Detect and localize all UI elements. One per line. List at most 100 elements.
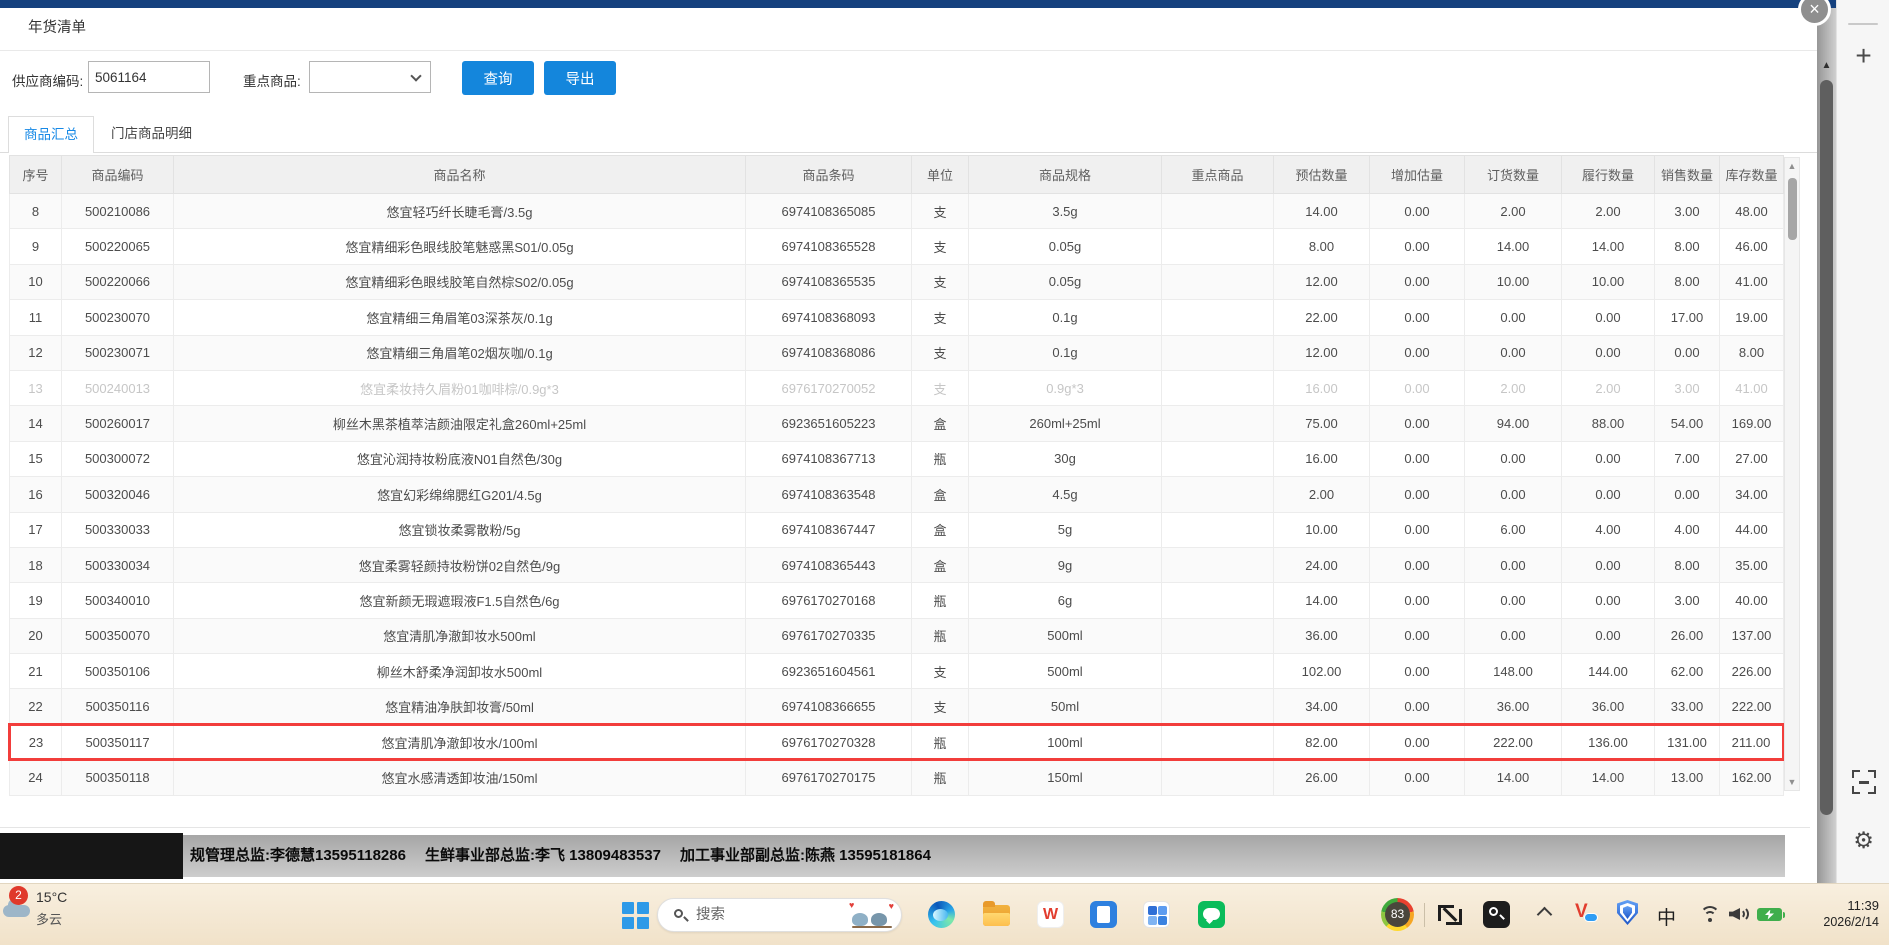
scroll-down-icon[interactable]: ▼ [1785, 777, 1799, 787]
cell-order: 222.00 [1465, 724, 1562, 759]
cell-key [1162, 583, 1274, 618]
table-row[interactable]: 17500330033悠宜锁妆柔雾散粉/5g6974108367447盒5g10… [10, 512, 1784, 547]
tabs-underline [0, 152, 1817, 153]
cell-barcode: 6976170270335 [746, 618, 912, 653]
column-header: 履行数量 [1562, 156, 1655, 194]
new-tab-button[interactable]: + [1837, 40, 1889, 72]
clock[interactable]: 11:39 2026/2/14 [1795, 897, 1879, 931]
snip-tool-icon[interactable] [1438, 903, 1462, 927]
cell-key [1162, 229, 1274, 264]
cell-order: 0.00 [1465, 300, 1562, 335]
table-row[interactable]: 21500350106柳丝木舒柔净润卸妆水500ml6923651604561支… [10, 654, 1784, 689]
cell-name: 悠宜精细彩色眼线胶笔自然棕S02/0.05g [174, 264, 746, 299]
cell-sales: 62.00 [1655, 654, 1720, 689]
cell-name: 悠宜柔雾轻颜持妆粉饼02自然色/9g [174, 547, 746, 582]
cell-no: 22 [10, 689, 62, 724]
tray-expand-icon[interactable] [1537, 907, 1553, 923]
cell-barcode: 6974108365535 [746, 264, 912, 299]
cell-sales: 4.00 [1655, 512, 1720, 547]
docs-app-icon[interactable] [1090, 901, 1117, 928]
table-row[interactable]: 11500230070悠宜精细三角眉笔03深茶灰/0.1g69741083680… [10, 300, 1784, 335]
chat-app-icon[interactable] [1198, 901, 1225, 928]
page-title: 年货清单 [28, 16, 86, 37]
cell-unit: 盒 [912, 547, 969, 582]
page-scrollbar-thumb[interactable] [1820, 80, 1833, 815]
table-row[interactable]: 20500350070悠宜清肌净澈卸妆水500ml6976170270335瓶5… [10, 618, 1784, 653]
table-row[interactable]: 8500210086悠宜轻巧纤长睫毛膏/3.5g6974108365085支3.… [10, 194, 1784, 229]
screen: 年货清单 供应商编码: 重点商品: 查询 导出 商品汇总 门店商品明细 序号商品… [0, 0, 1889, 945]
table-row[interactable]: 14500260017柳丝木黑茶植萃洁颜油限定礼盒260ml+25ml69236… [10, 406, 1784, 441]
page-scrollbar[interactable]: ▲ [1817, 8, 1836, 883]
table-scrollbar[interactable]: ▲ ▼ [1784, 157, 1800, 791]
cell-barcode: 6974108366655 [746, 689, 912, 724]
contact-item: 生鲜事业部总监:李飞 13809483537 [425, 835, 661, 877]
table-row[interactable]: 12500230071悠宜精细三角眉笔02烟灰咖/0.1g69741083680… [10, 335, 1784, 370]
cell-key [1162, 406, 1274, 441]
ime-indicator[interactable]: 中 [1657, 903, 1676, 930]
cell-est: 26.00 [1274, 760, 1370, 795]
app-grid-icon[interactable] [1143, 901, 1170, 928]
wps-office-icon[interactable]: W [1037, 901, 1064, 928]
taskbar-search-input[interactable]: 搜索 ♥♥ [657, 898, 902, 932]
cell-stock: 222.00 [1720, 689, 1784, 724]
export-button[interactable]: 导出 [544, 61, 616, 95]
page-scroll-up-icon[interactable]: ▲ [1817, 60, 1836, 71]
table-row[interactable]: 16500320046悠宜幻彩绵绵腮红G201/4.5g697410836354… [10, 477, 1784, 512]
cell-code: 500350070 [62, 618, 174, 653]
tab-store-product-detail[interactable]: 门店商品明细 [96, 116, 207, 152]
cell-key [1162, 335, 1274, 370]
table-row[interactable]: 9500220065悠宜精细彩色眼线胶笔魅惑黑S01/0.05g69741083… [10, 229, 1784, 264]
file-explorer-icon[interactable] [983, 905, 1010, 926]
battery-icon[interactable] [1757, 908, 1782, 921]
cell-no: 14 [10, 406, 62, 441]
table-row[interactable]: 23500350117悠宜清肌净澈卸妆水/100ml6976170270328瓶… [10, 724, 1784, 759]
tab-product-summary[interactable]: 商品汇总 [8, 116, 94, 153]
cell-unit: 支 [912, 229, 969, 264]
cell-add: 0.00 [1370, 194, 1465, 229]
table-row[interactable]: 22500350116悠宜精油净肤卸妆膏/50ml6974108366655支5… [10, 689, 1784, 724]
cell-unit: 支 [912, 335, 969, 370]
column-header: 序号 [10, 156, 62, 194]
column-header: 订货数量 [1465, 156, 1562, 194]
security-score-badge[interactable]: 83 [1381, 898, 1414, 931]
cell-sales: 8.00 [1655, 229, 1720, 264]
table-row[interactable]: 18500330034悠宜柔雾轻颜持妆粉饼02自然色/9g69741083654… [10, 547, 1784, 582]
scan-icon[interactable] [1852, 770, 1876, 794]
settings-gear-icon[interactable]: ⚙ [1837, 828, 1889, 854]
cell-stock: 226.00 [1720, 654, 1784, 689]
start-button[interactable] [622, 902, 649, 929]
scroll-up-icon[interactable]: ▲ [1785, 161, 1799, 171]
file-search-icon[interactable] [1483, 901, 1510, 928]
cell-fulfill: 2.00 [1562, 194, 1655, 229]
wps-cloud-icon[interactable]: V [1575, 901, 1599, 927]
cell-order: 14.00 [1465, 760, 1562, 795]
cell-sales: 33.00 [1655, 689, 1720, 724]
table-row[interactable]: 13500240013悠宜柔妆持久眉粉01咖啡棕/0.9g*3697617027… [10, 370, 1784, 405]
cell-fulfill: 2.00 [1562, 370, 1655, 405]
cell-barcode: 6974108365528 [746, 229, 912, 264]
table-row[interactable]: 19500340010悠宜新颜无瑕遮瑕液F1.5自然色/6g6976170270… [10, 583, 1784, 618]
table-row[interactable]: 24500350118悠宜水感清透卸妆油/150ml6976170270175瓶… [10, 760, 1784, 795]
cell-name: 悠宜沁润持妆粉底液N01自然色/30g [174, 441, 746, 476]
supplier-code-input[interactable] [88, 61, 210, 93]
shield-icon[interactable] [1617, 900, 1638, 925]
query-button[interactable]: 查询 [462, 61, 534, 95]
cell-fulfill: 36.00 [1562, 689, 1655, 724]
cell-order: 14.00 [1465, 229, 1562, 264]
key-product-select[interactable] [309, 61, 431, 93]
cell-barcode: 6974108363548 [746, 477, 912, 512]
edge-browser-icon[interactable] [928, 901, 955, 928]
cell-stock: 46.00 [1720, 229, 1784, 264]
table-row[interactable]: 15500300072悠宜沁润持妆粉底液N01自然色/30g6974108367… [10, 441, 1784, 476]
cell-no: 10 [10, 264, 62, 299]
table-row[interactable]: 10500220066悠宜精细彩色眼线胶笔自然棕S02/0.05g6974108… [10, 264, 1784, 299]
cell-key [1162, 441, 1274, 476]
table-scrollbar-thumb[interactable] [1788, 178, 1797, 240]
volume-icon[interactable] [1729, 906, 1751, 922]
cell-no: 11 [10, 300, 62, 335]
cell-spec: 0.1g [969, 300, 1162, 335]
cell-add: 0.00 [1370, 724, 1465, 759]
wifi-icon[interactable] [1699, 906, 1723, 924]
cell-stock: 19.00 [1720, 300, 1784, 335]
cell-unit: 瓶 [912, 583, 969, 618]
